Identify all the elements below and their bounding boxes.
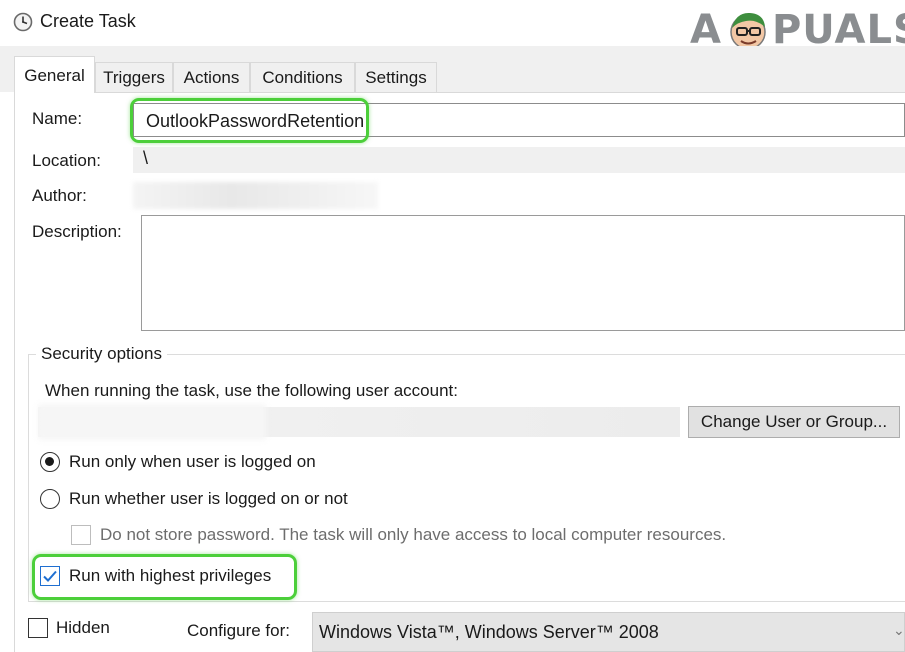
chevron-down-icon[interactable]: ⌄	[893, 622, 905, 639]
tab-general[interactable]: General	[14, 56, 95, 93]
window-title: Create Task	[40, 11, 136, 31]
location-value: \	[143, 148, 149, 168]
author-field-redacted	[133, 182, 378, 209]
change-user-or-group-button[interactable]: Change User or Group...	[688, 406, 900, 438]
name-label: Name:	[32, 109, 83, 128]
tab-settings[interactable]: Settings	[355, 62, 437, 92]
hidden-label[interactable]: Hidden	[56, 618, 110, 638]
hidden-checkbox[interactable]	[28, 618, 48, 638]
location-label: Location:	[32, 151, 101, 170]
do-not-store-password-checkbox[interactable]	[71, 525, 91, 545]
run-only-logged-on-label[interactable]: Run only when user is logged on	[69, 452, 316, 472]
description-textarea[interactable]	[141, 215, 905, 331]
location-field	[133, 147, 905, 173]
user-account-blur	[38, 404, 266, 440]
run-only-logged-on-radio[interactable]	[40, 452, 60, 472]
clock-icon	[13, 12, 33, 32]
configure-for-select[interactable]: Windows Vista™, Windows Server™ 2008	[312, 612, 905, 652]
account-prompt: When running the task, use the following…	[45, 381, 458, 400]
do-not-store-password-label: Do not store password. The task will onl…	[100, 525, 727, 544]
run-whether-logged-on-radio[interactable]	[40, 489, 60, 509]
tab-triggers[interactable]: Triggers	[95, 62, 173, 92]
run-whether-logged-on-label[interactable]: Run whether user is logged on or not	[69, 489, 348, 509]
tab-actions[interactable]: Actions	[173, 62, 250, 92]
run-highest-privileges-label[interactable]: Run with highest privileges	[69, 566, 271, 586]
security-options-legend: Security options	[36, 344, 167, 364]
author-label: Author:	[32, 186, 87, 205]
description-label: Description:	[32, 222, 122, 241]
name-input[interactable]: OutlookPasswordRetention	[133, 103, 905, 137]
run-highest-privileges-checkbox[interactable]	[40, 566, 60, 586]
checkmark-icon	[43, 570, 57, 582]
configure-for-label: Configure for:	[187, 621, 290, 640]
tab-conditions[interactable]: Conditions	[250, 62, 355, 92]
